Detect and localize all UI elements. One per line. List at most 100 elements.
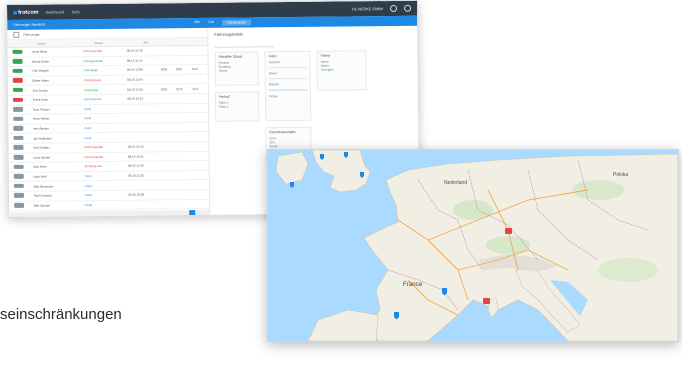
scrollbar-thumb[interactable] — [189, 210, 196, 216]
row-name: Lena Richter — [33, 155, 51, 160]
card-line: Fahrt 2 — [219, 104, 229, 109]
row-status: Zundung aus — [84, 164, 103, 169]
status-badge — [13, 154, 24, 160]
col-header-name[interactable]: Name — [32, 41, 89, 46]
card-title: Fahrt — [268, 54, 277, 59]
row-metric: 41.0 — [192, 86, 198, 91]
row-name: Bernd Huber — [32, 59, 50, 64]
row-status: Zundung aus — [83, 78, 102, 83]
row-name: Frank Koch — [32, 97, 49, 102]
card-title: Verlauf — [218, 94, 230, 99]
card-line: Fahrer — [218, 68, 228, 73]
row-badge-cell — [8, 78, 33, 84]
row-status: Unterwegs — [83, 87, 99, 92]
row-time: 08.10 11:20 — [128, 173, 144, 178]
fleet-map[interactable]: Nederland France Polska — [267, 149, 679, 342]
row-status: Parkt — [84, 116, 92, 121]
row-badge-cell — [8, 116, 33, 122]
row-status: Unterwegs — [83, 68, 98, 73]
row-badge-cell — [9, 154, 34, 161]
status-badge — [13, 174, 24, 179]
details-title: Fahrzeugdetails — [214, 31, 243, 37]
row-name: Max Klein — [33, 165, 47, 170]
row-time: 08.10 11:40 — [127, 163, 144, 169]
row-metric: 1520 — [160, 86, 168, 92]
row-time: 08.10 13:58 — [126, 68, 143, 73]
nav-item-dashboard[interactable]: Dashboard — [46, 10, 65, 14]
row-badge-cell — [8, 58, 33, 65]
list-subheader-label: Fahrzeuge — [23, 32, 40, 37]
nav-item-tools[interactable]: Tools — [71, 10, 80, 14]
card-driver: Fahrer Name Status Verfugbar — [316, 50, 367, 91]
row-name: Nina Wolf — [33, 174, 47, 179]
row-badge-cell — [9, 183, 34, 190]
row-status: Parkt — [84, 106, 92, 112]
row-status: Parkt — [84, 183, 92, 188]
row-metric: 80.0 — [176, 67, 183, 72]
row-time: 08.10 14:12 — [126, 58, 143, 63]
brand-name: frotcom — [18, 9, 39, 16]
row-badge-cell — [9, 202, 34, 209]
card-line: Startzeit — [268, 60, 280, 65]
status-badge — [12, 97, 24, 102]
col-header-time[interactable]: Zeit — [138, 40, 177, 44]
status-badge — [13, 116, 24, 122]
status-badge — [13, 145, 24, 150]
card-line: Distanz — [268, 82, 279, 87]
row-status: Parkt — [84, 174, 92, 179]
status-badge — [13, 126, 24, 131]
row-status: Parkt — [84, 126, 92, 131]
logo-dot-icon — [13, 10, 18, 15]
row-metric: 40.0 — [191, 67, 198, 72]
row-badge-cell — [8, 106, 33, 113]
forest-area — [453, 200, 493, 220]
alert-marker[interactable] — [505, 228, 512, 234]
settings-icon[interactable] — [390, 4, 398, 12]
toolbar-title: Fahrzeuge Ubersicht — [13, 22, 45, 27]
status-badge — [14, 202, 25, 208]
brand-logo[interactable]: frotcom — [13, 9, 39, 15]
row-badge-cell — [7, 49, 32, 55]
row-name: Rita Zimmer — [33, 203, 51, 208]
row-badge-cell — [8, 135, 33, 142]
divider — [268, 66, 307, 69]
user-chip[interactable]: DE WERKE GMBH — [352, 7, 383, 11]
row-metric: 82.0 — [176, 86, 183, 91]
status-badge — [12, 78, 23, 83]
map-canvas — [268, 150, 678, 341]
row-status: Zundung aus — [83, 97, 102, 102]
alert-marker[interactable] — [483, 298, 490, 304]
row-time: 08.10 12:10 — [127, 144, 144, 149]
row-status: Parkt — [84, 135, 92, 140]
row-time: 08.10 13:44 — [127, 77, 143, 82]
tab-logbook[interactable]: Fahrtenbuch — [222, 19, 252, 26]
row-name: Carl Wagner — [32, 69, 50, 74]
forest-area — [598, 258, 658, 282]
row-name: Karl Schafer — [33, 145, 50, 150]
card-title: Fahrer — [320, 53, 331, 58]
driver-status-ok: Verfugbar — [320, 67, 334, 72]
status-badge — [13, 193, 25, 198]
status-badge — [13, 135, 24, 141]
col-header-status[interactable]: Status — [89, 40, 138, 45]
list-checkbox[interactable] — [13, 31, 20, 38]
row-time: 08.10 11:54 — [127, 154, 144, 159]
card-title: Aktueller Status — [218, 54, 243, 59]
tab-all[interactable]: Alle — [194, 20, 200, 26]
row-time: 08.10 13:12 — [127, 96, 144, 102]
tab-live[interactable]: Live — [208, 20, 214, 26]
details-filter-input[interactable] — [214, 40, 275, 48]
row-badge-cell — [8, 97, 33, 103]
forest-area — [572, 180, 624, 200]
help-icon[interactable] — [404, 4, 412, 12]
row-badge-cell — [9, 174, 34, 180]
row-name: Hans Weber — [32, 117, 50, 122]
card-line: Dauer — [268, 71, 277, 76]
row-status: Fahrt gestartet — [83, 58, 104, 64]
divider — [268, 89, 307, 91]
row-name: Jan Hoffmann — [33, 136, 52, 141]
status-badge — [13, 183, 24, 189]
horizontal-scrollbar[interactable] — [9, 209, 210, 217]
divider — [268, 78, 307, 80]
row-status: Fahrt beendet — [83, 49, 103, 54]
